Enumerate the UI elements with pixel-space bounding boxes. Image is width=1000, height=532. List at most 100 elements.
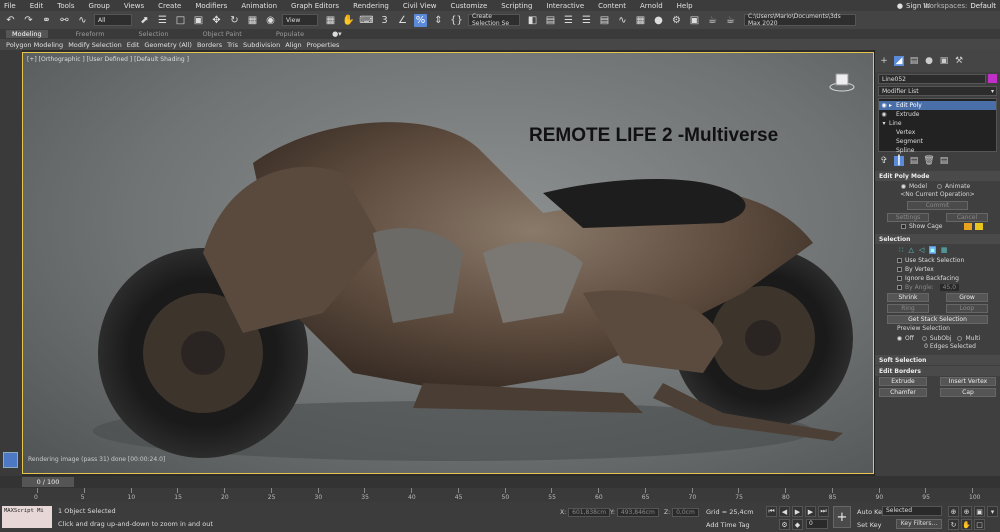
ribbon-subdivision[interactable]: Subdivision (243, 41, 280, 49)
select-object-icon[interactable]: ⬈ (138, 14, 151, 27)
chamfer-button[interactable]: Chamfer (879, 388, 927, 397)
schematic-view-icon[interactable]: ▦ (634, 14, 647, 27)
configure-sets-icon[interactable]: ▤ (939, 156, 949, 166)
menu-views[interactable]: Views (124, 2, 144, 10)
placement-icon[interactable]: ◉ (264, 14, 277, 27)
ribbon-align[interactable]: Align (285, 41, 301, 49)
maximize-viewport-icon[interactable]: □ (974, 519, 985, 530)
material-editor-icon[interactable]: ● (652, 14, 665, 27)
menu-edit[interactable]: Edit (30, 2, 44, 10)
create-tab-icon[interactable]: + (879, 56, 889, 66)
spinner-snap-icon[interactable]: ⇕ (432, 14, 445, 27)
render-production-icon[interactable]: ☕ (706, 14, 719, 27)
key-mode-icon[interactable]: ◆ (792, 519, 803, 530)
undo-icon[interactable]: ↶ (4, 14, 17, 27)
show-cage-option[interactable]: Show Cage (875, 222, 1000, 231)
menu-help[interactable]: Help (677, 2, 693, 10)
show-cage-checkbox[interactable] (901, 224, 906, 229)
tab-freeform[interactable]: Freeform (70, 30, 111, 38)
bind-space-warp-icon[interactable]: ∿ (76, 14, 89, 27)
object-name-field[interactable]: Line052 (878, 74, 986, 84)
align-icon[interactable]: ▤ (544, 14, 557, 27)
by-vertex-option[interactable]: By Vertex (875, 265, 1000, 274)
loop-button[interactable]: Loop (946, 304, 988, 313)
preview-multi-radio[interactable] (957, 335, 963, 341)
menu-scripting[interactable]: Scripting (501, 2, 532, 10)
cage-color-swatch-1[interactable] (964, 223, 973, 230)
render-setup-icon[interactable]: ⚙ (670, 14, 683, 27)
element-level-icon[interactable]: ▦ (941, 246, 948, 254)
modifier-stack[interactable]: ◉ ▸ Edit Poly ◉ Extrude ▾ Line Vertex Segmen… (878, 98, 997, 154)
angle-snap-icon[interactable]: ∠ (396, 14, 409, 27)
key-filters-button[interactable]: Key Filters... (896, 519, 942, 529)
menu-create[interactable]: Create (158, 2, 181, 10)
edit-named-selection-icon[interactable]: {} (450, 14, 463, 27)
stack-item-extrude[interactable]: ◉ Extrude (879, 110, 996, 119)
go-to-end-icon[interactable]: ⏭ (818, 506, 829, 517)
menu-arnold[interactable]: Arnold (640, 2, 663, 10)
layer-explorer-icon[interactable]: ☰ (580, 14, 593, 27)
animate-radio[interactable] (937, 183, 943, 189)
go-to-start-icon[interactable]: ⏮ (766, 506, 777, 517)
window-crossing-icon[interactable]: ▣ (192, 14, 205, 27)
ribbon-properties[interactable]: Properties (307, 41, 340, 49)
menu-modifiers[interactable]: Modifiers (195, 2, 227, 10)
next-frame-icon[interactable]: ▶ (805, 506, 816, 517)
add-time-tag[interactable]: Add Time Tag (706, 521, 750, 529)
orbit-icon[interactable]: ↻ (948, 519, 959, 530)
ribbon-toggle-icon[interactable]: ▤ (598, 14, 611, 27)
commit-button[interactable]: Commit (907, 201, 968, 210)
ribbon-edit[interactable]: Edit (127, 41, 140, 49)
object-color-swatch[interactable] (988, 74, 997, 83)
pan-icon[interactable]: ✋ (961, 519, 972, 530)
frame-field[interactable]: 0 (806, 519, 828, 529)
vertex-level-icon[interactable]: ∷ (899, 246, 903, 254)
menu-content[interactable]: Content (598, 2, 626, 10)
perspective-viewport[interactable]: [+] [Orthographic ] [User Defined ] [Def… (22, 52, 874, 474)
menu-rendering[interactable]: Rendering (353, 2, 389, 10)
selection-rollout[interactable]: Selection (875, 234, 1000, 244)
use-stack-selection-option[interactable]: Use Stack Selection (875, 256, 1000, 265)
stack-item-segment[interactable]: Segment (879, 137, 996, 146)
angle-value[interactable]: 45,0 (939, 284, 960, 291)
edit-borders-rollout[interactable]: Edit Borders (875, 366, 1000, 376)
menu-customize[interactable]: Customize (451, 2, 488, 10)
stack-item-edit-poly[interactable]: ◉ ▸ Edit Poly (879, 101, 996, 110)
coord-y-value[interactable]: 493,846cm (616, 507, 659, 517)
use-stack-selection-checkbox[interactable] (897, 258, 902, 263)
time-config-icon[interactable]: ⚙ (779, 519, 790, 530)
ribbon-tris[interactable]: Tris (227, 41, 238, 49)
menu-tools[interactable]: Tools (57, 2, 74, 10)
menu-civil-view[interactable]: Civil View (403, 2, 437, 10)
play-icon[interactable]: ▶ (792, 506, 803, 517)
hierarchy-tab-icon[interactable]: ▤ (909, 56, 919, 66)
preview-subobj-radio[interactable] (921, 335, 927, 341)
polygon-level-icon[interactable]: ▣ (929, 246, 936, 254)
ribbon-modify-selection[interactable]: Modify Selection (68, 41, 122, 49)
pivot-center-icon[interactable]: ▦ (324, 14, 337, 27)
keyboard-shortcut-icon[interactable]: ⌨ (359, 14, 373, 27)
shrink-button[interactable]: Shrink (887, 293, 929, 302)
make-unique-icon[interactable]: ▤ (909, 156, 919, 166)
time-slider[interactable]: 0 / 100 (22, 477, 74, 487)
soft-selection-rollout[interactable]: Soft Selection (875, 355, 1000, 365)
menu-animation[interactable]: Animation (241, 2, 277, 10)
ribbon-geometry-all[interactable]: Geometry (All) (144, 41, 192, 49)
redo-icon[interactable]: ↷ (22, 14, 35, 27)
visibility-eye-icon[interactable]: ◉ (879, 111, 889, 118)
grow-button[interactable]: Grow (946, 293, 988, 302)
preview-off-radio[interactable] (897, 335, 902, 341)
by-angle-checkbox[interactable] (897, 285, 902, 290)
set-key-big-icon[interactable]: + (833, 506, 851, 528)
ignore-backfacing-option[interactable]: Ignore Backfacing (875, 274, 1000, 283)
set-key-button[interactable]: Set Key (857, 521, 882, 529)
rotate-icon[interactable]: ↻ (228, 14, 241, 27)
remove-modifier-icon[interactable]: 🗑 (923, 156, 934, 166)
unlink-icon[interactable]: ⚯ (58, 14, 71, 27)
modifier-list-dropdown[interactable]: Modifier List ▾ (878, 86, 997, 96)
cage-color-swatch-2[interactable] (975, 223, 984, 230)
curve-editor-icon[interactable]: ∿ (616, 14, 629, 27)
motion-tab-icon[interactable]: ● (924, 56, 934, 66)
tab-modeling[interactable]: Modeling (6, 30, 48, 38)
edit-poly-mode-rollout[interactable]: Edit Poly Mode (875, 171, 1000, 181)
